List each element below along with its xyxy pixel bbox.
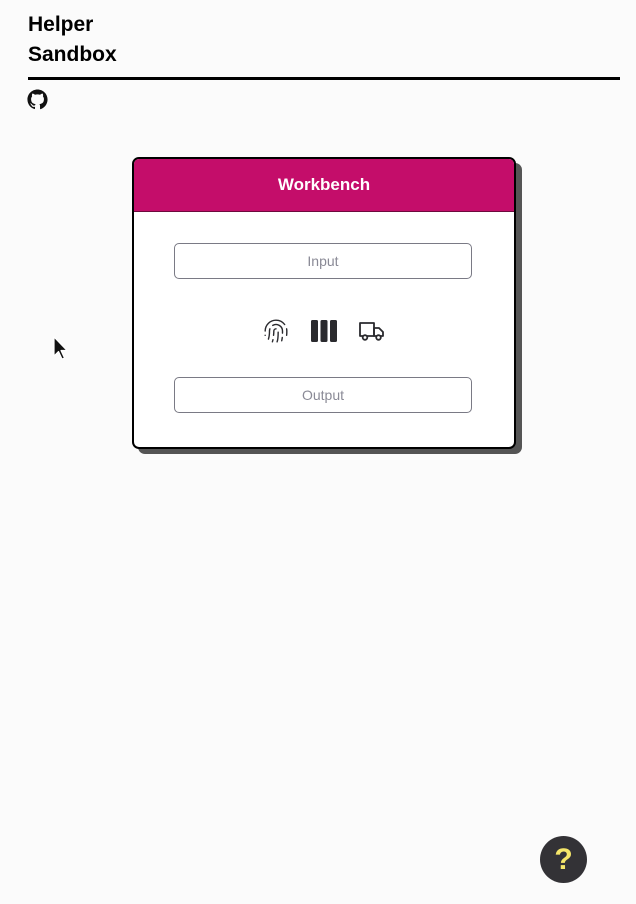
input-field[interactable] (174, 243, 472, 279)
fingerprint-button[interactable] (262, 317, 290, 345)
action-icon-row (134, 317, 514, 345)
help-question-icon: ? (554, 842, 573, 876)
output-field[interactable] (174, 377, 472, 413)
github-icon (27, 89, 48, 110)
help-button[interactable]: ? (540, 836, 587, 883)
card-header: Workbench (134, 159, 514, 212)
header-divider (28, 77, 620, 80)
site-title-line-1: Helper (28, 13, 94, 36)
columns-button[interactable] (310, 317, 338, 345)
site-title: Helper Sandbox (28, 10, 228, 70)
workbench-card: Workbench (132, 157, 516, 449)
mouse-cursor-icon (53, 336, 68, 360)
site-title-line-2: Sandbox (28, 43, 117, 66)
github-link[interactable] (27, 89, 48, 110)
columns-icon (311, 320, 337, 342)
truck-icon (359, 322, 384, 341)
fingerprint-icon (264, 319, 288, 343)
truck-button[interactable] (358, 317, 386, 345)
